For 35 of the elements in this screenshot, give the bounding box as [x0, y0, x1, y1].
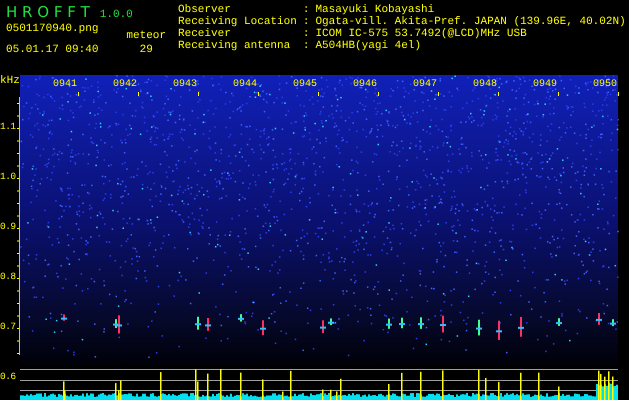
app-title: H R O F F T — [6, 4, 90, 20]
info-separator: : — [302, 16, 310, 28]
time-label: 0949 — [533, 79, 558, 91]
meteor-count: 29 — [140, 44, 153, 56]
info-separator: : — [302, 4, 310, 16]
frequency-label: 1.1 — [0, 121, 16, 133]
frequency-label: 1.0 — [0, 171, 16, 183]
frequency-label: 0.6 — [0, 371, 16, 383]
frequency-label: 0.7 — [0, 321, 16, 333]
info-label: Receiver — [178, 28, 232, 40]
info-label: Receiving antenna — [178, 40, 292, 52]
time-label: 0948 — [473, 79, 498, 91]
info-value: ICOM IC-575 53.7492(@LCD)MHz USB — [315, 28, 528, 40]
app-version: 1.0.0 — [100, 9, 133, 21]
time-label: 0942 — [113, 79, 138, 91]
frequency-unit: kHz — [0, 75, 20, 87]
meteor-label: meteor — [126, 30, 166, 42]
info-value: Masayuki Kobayashi — [315, 4, 436, 16]
time-label: 0943 — [173, 79, 198, 91]
time-label: 0941 — [53, 79, 78, 91]
info-value: Ogata-vill. Akita-Pref. JAPAN (139.96E, 40.02N) — [315, 16, 626, 28]
time-label: 0946 — [353, 79, 378, 91]
time-label: 0944 — [233, 79, 258, 91]
frequency-label: 0.9 — [0, 221, 16, 233]
info-label: Receiving Location — [178, 16, 297, 28]
time-label: 0945 — [293, 79, 318, 91]
time-label: 0947 — [413, 79, 438, 91]
info-separator: : — [302, 28, 310, 40]
info-label: Observer — [178, 4, 232, 16]
info-separator: : — [302, 40, 310, 52]
date-time: 05.01.17 09:40 — [6, 44, 98, 56]
time-label: 0950 — [593, 79, 618, 91]
frequency-label: 0.8 — [0, 271, 16, 283]
file-name: 0501170940.png — [6, 23, 98, 35]
info-value: A504HB(yagi 4el) — [315, 40, 422, 52]
